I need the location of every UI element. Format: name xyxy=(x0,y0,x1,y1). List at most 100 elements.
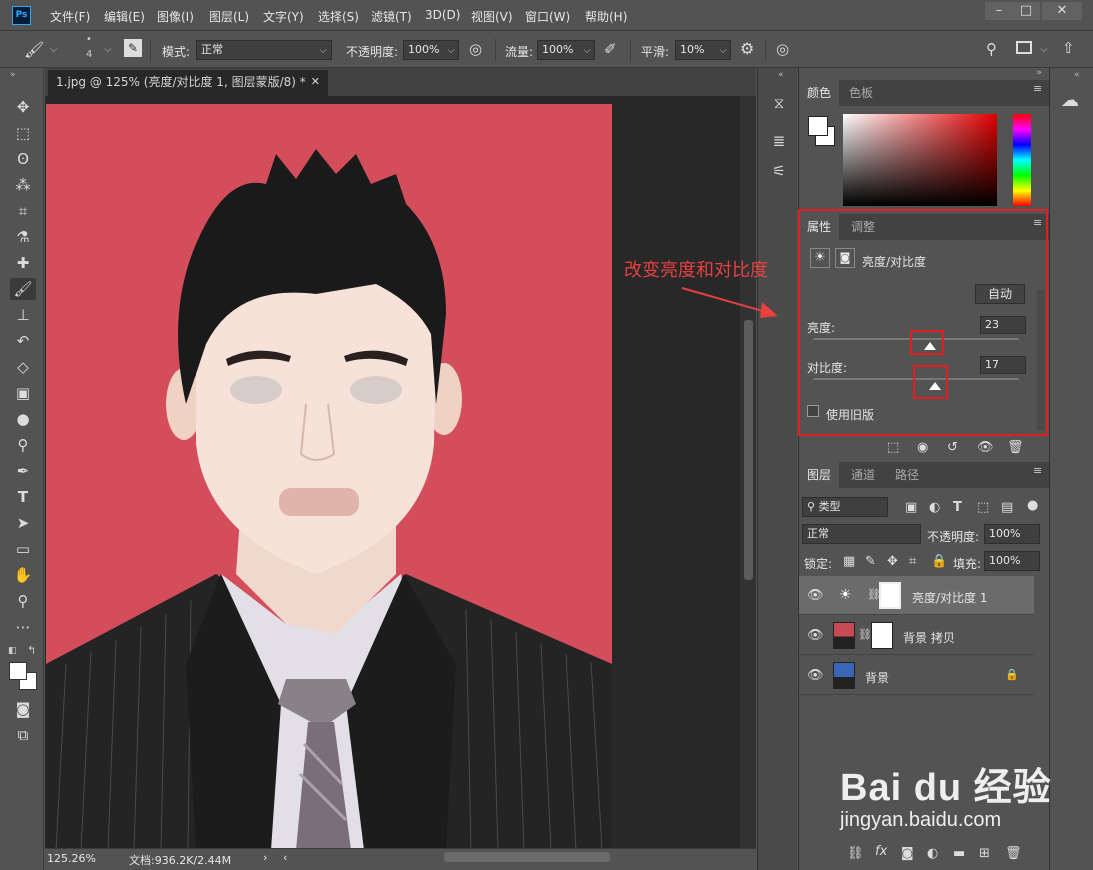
hand-tool-icon[interactable]: ✋ xyxy=(10,564,36,586)
collapse-icon[interactable]: « xyxy=(778,70,784,80)
pen-tool-icon[interactable]: ✒ xyxy=(10,460,36,482)
menu-image[interactable]: 图像(I) xyxy=(157,8,194,25)
search-icon[interactable]: ⚲ xyxy=(986,40,997,58)
filter-pixel-icon[interactable]: ▣ xyxy=(905,500,917,515)
trash-icon[interactable]: 🗑 xyxy=(1007,440,1024,455)
close-window-button[interactable]: ✕ xyxy=(1042,2,1082,20)
move-tool-icon[interactable]: ✥ xyxy=(10,96,36,118)
menu-file[interactable]: 文件(F) xyxy=(50,8,90,25)
screen-mode-icon[interactable]: ⧉ xyxy=(10,724,36,746)
fill-input[interactable]: 100% xyxy=(984,551,1040,571)
filter-shape-icon[interactable]: ⬚ xyxy=(977,500,989,515)
folder-icon[interactable]: ▬ xyxy=(953,846,965,861)
horizontal-scroll-thumb[interactable] xyxy=(444,852,610,862)
visibility-eye-icon[interactable]: 👁 xyxy=(807,588,824,603)
menu-3d[interactable]: 3D(D) xyxy=(425,8,460,22)
layer-opacity-input[interactable]: 100% xyxy=(984,524,1040,544)
workspace-icon[interactable] xyxy=(1016,41,1032,54)
brush-tool-icon[interactable]: 🖌 xyxy=(24,40,44,59)
link-icon[interactable]: ⛓ xyxy=(858,628,872,641)
layer-name[interactable]: 背景 xyxy=(865,669,889,686)
blur-tool-icon[interactable]: ● xyxy=(10,408,36,430)
color-field[interactable] xyxy=(843,114,997,206)
document-tab[interactable]: 1.jpg @ 125% (亮度/对比度 1, 图层蒙版/8) * ✕ xyxy=(48,70,328,96)
tab-layers[interactable]: 图层 xyxy=(799,462,840,488)
lock-position-icon[interactable]: ✥ xyxy=(887,554,898,569)
opacity-input[interactable]: 100% ⌵ xyxy=(403,40,459,60)
brush-size-chevron-icon[interactable]: ⌵ xyxy=(104,44,112,55)
tab-color[interactable]: 颜色 xyxy=(799,80,840,106)
collapse-icon[interactable]: « xyxy=(1074,70,1080,80)
layer-filter-select[interactable]: ⚲ 类型 xyxy=(802,497,888,517)
default-colors-icon[interactable]: ◧ xyxy=(8,646,17,656)
swap-colors-icon[interactable]: ↰ xyxy=(27,644,36,657)
history-brush-tool-icon[interactable]: ↶ xyxy=(10,330,36,352)
layer-name[interactable]: 亮度/对比度 1 xyxy=(912,589,988,606)
flow-input[interactable]: 100% ⌵ xyxy=(537,40,595,60)
menu-filter[interactable]: 滤镜(T) xyxy=(371,8,412,25)
layer-name[interactable]: 背景 拷贝 xyxy=(903,629,955,646)
eyedropper-tool-icon[interactable]: ⚗ xyxy=(10,226,36,248)
layer-row[interactable]: 👁 ☀ ⛓ 亮度/对比度 1 xyxy=(799,576,1034,615)
panel-menu-icon[interactable]: ≡ xyxy=(1033,83,1043,94)
filter-type-icon[interactable]: T xyxy=(953,500,962,515)
marquee-tool-icon[interactable]: ⬚ xyxy=(10,122,36,144)
new-layer-icon[interactable]: ⊞ xyxy=(979,846,990,861)
status-menu-chevron-icon[interactable]: › xyxy=(263,851,267,864)
close-tab-icon[interactable]: ✕ xyxy=(311,70,320,94)
rectangle-tool-icon[interactable]: ▭ xyxy=(10,538,36,560)
menu-view[interactable]: 视图(V) xyxy=(471,8,513,25)
foreground-color-swatch[interactable] xyxy=(808,116,828,136)
tab-channels[interactable]: 通道 xyxy=(843,462,883,488)
brush-preset-chevron-icon[interactable]: ⌵ xyxy=(50,44,58,55)
quick-select-tool-icon[interactable]: ⁂ xyxy=(10,174,36,196)
pressure-opacity-icon[interactable]: ◎ xyxy=(469,40,482,58)
layer-mask-thumbnail[interactable] xyxy=(871,622,893,649)
layer-thumbnail[interactable] xyxy=(833,662,855,689)
adjustment-layer-icon[interactable]: ◐ xyxy=(927,846,938,861)
portrait-photo[interactable] xyxy=(46,104,612,850)
menu-edit[interactable]: 编辑(E) xyxy=(104,8,145,25)
crop-tool-icon[interactable]: ⌗ xyxy=(10,200,36,222)
history-panel-icon[interactable]: ⧖ xyxy=(768,92,790,114)
brush-settings-panel-icon[interactable]: ⚟ xyxy=(768,160,790,182)
add-mask-icon[interactable]: ◙ xyxy=(901,846,914,861)
dodge-tool-icon[interactable]: ⚲ xyxy=(10,434,36,456)
layer-row[interactable]: 👁 ⛓ 背景 拷贝 xyxy=(799,616,1034,655)
share-icon[interactable]: ⇧ xyxy=(1062,39,1075,57)
pressure-size-icon[interactable]: ◎ xyxy=(776,40,789,58)
brush-tool-icon[interactable]: 🖌 xyxy=(10,278,36,300)
panel-menu-icon[interactable]: ≡ xyxy=(1033,465,1043,476)
collapse-icon[interactable]: » xyxy=(10,70,16,80)
filter-adjustment-icon[interactable]: ◐ xyxy=(929,500,940,515)
collapse-icon[interactable]: » xyxy=(1036,68,1042,78)
eraser-tool-icon[interactable]: ◇ xyxy=(10,356,36,378)
healing-brush-tool-icon[interactable]: ✚ xyxy=(10,252,36,274)
hue-slider[interactable] xyxy=(1013,114,1031,206)
zoom-level[interactable]: 125.26% xyxy=(47,852,96,865)
lock-all-icon[interactable]: 🔒 xyxy=(931,554,947,569)
vertical-scroll-thumb[interactable] xyxy=(744,320,753,580)
brush-settings-icon[interactable]: ✎ xyxy=(124,39,142,57)
menu-type[interactable]: 文字(Y) xyxy=(263,8,304,25)
lasso-tool-icon[interactable]: ʘ xyxy=(10,148,36,170)
more-tools-icon[interactable]: ⋯ xyxy=(10,616,36,638)
gear-icon[interactable]: ⚙ xyxy=(740,39,754,58)
menu-layer[interactable]: 图层(L) xyxy=(209,8,249,25)
lock-artboard-icon[interactable]: ⌗ xyxy=(909,554,916,569)
view-previous-icon[interactable]: ◉ xyxy=(917,440,928,455)
visibility-eye-icon[interactable]: 👁 xyxy=(977,440,994,455)
gradient-tool-icon[interactable]: ▣ xyxy=(10,382,36,404)
foreground-color-swatch[interactable] xyxy=(9,662,27,680)
scroll-left-icon[interactable]: ‹ xyxy=(283,851,287,864)
lock-pixels-icon[interactable]: ✎ xyxy=(865,554,876,569)
filter-smart-object-icon[interactable]: ▤ xyxy=(1001,500,1013,515)
layer-mask-thumbnail[interactable] xyxy=(879,582,901,609)
path-select-tool-icon[interactable]: ➤ xyxy=(10,512,36,534)
reset-icon[interactable]: ↺ xyxy=(947,440,958,455)
smooth-input[interactable]: 10% ⌵ xyxy=(675,40,731,60)
quick-mask-icon[interactable]: ◙ xyxy=(10,698,36,720)
stamp-tool-icon[interactable]: ⊥ xyxy=(10,304,36,326)
visibility-eye-icon[interactable]: 👁 xyxy=(807,668,824,683)
lock-transparency-icon[interactable]: ▦ xyxy=(843,554,855,569)
